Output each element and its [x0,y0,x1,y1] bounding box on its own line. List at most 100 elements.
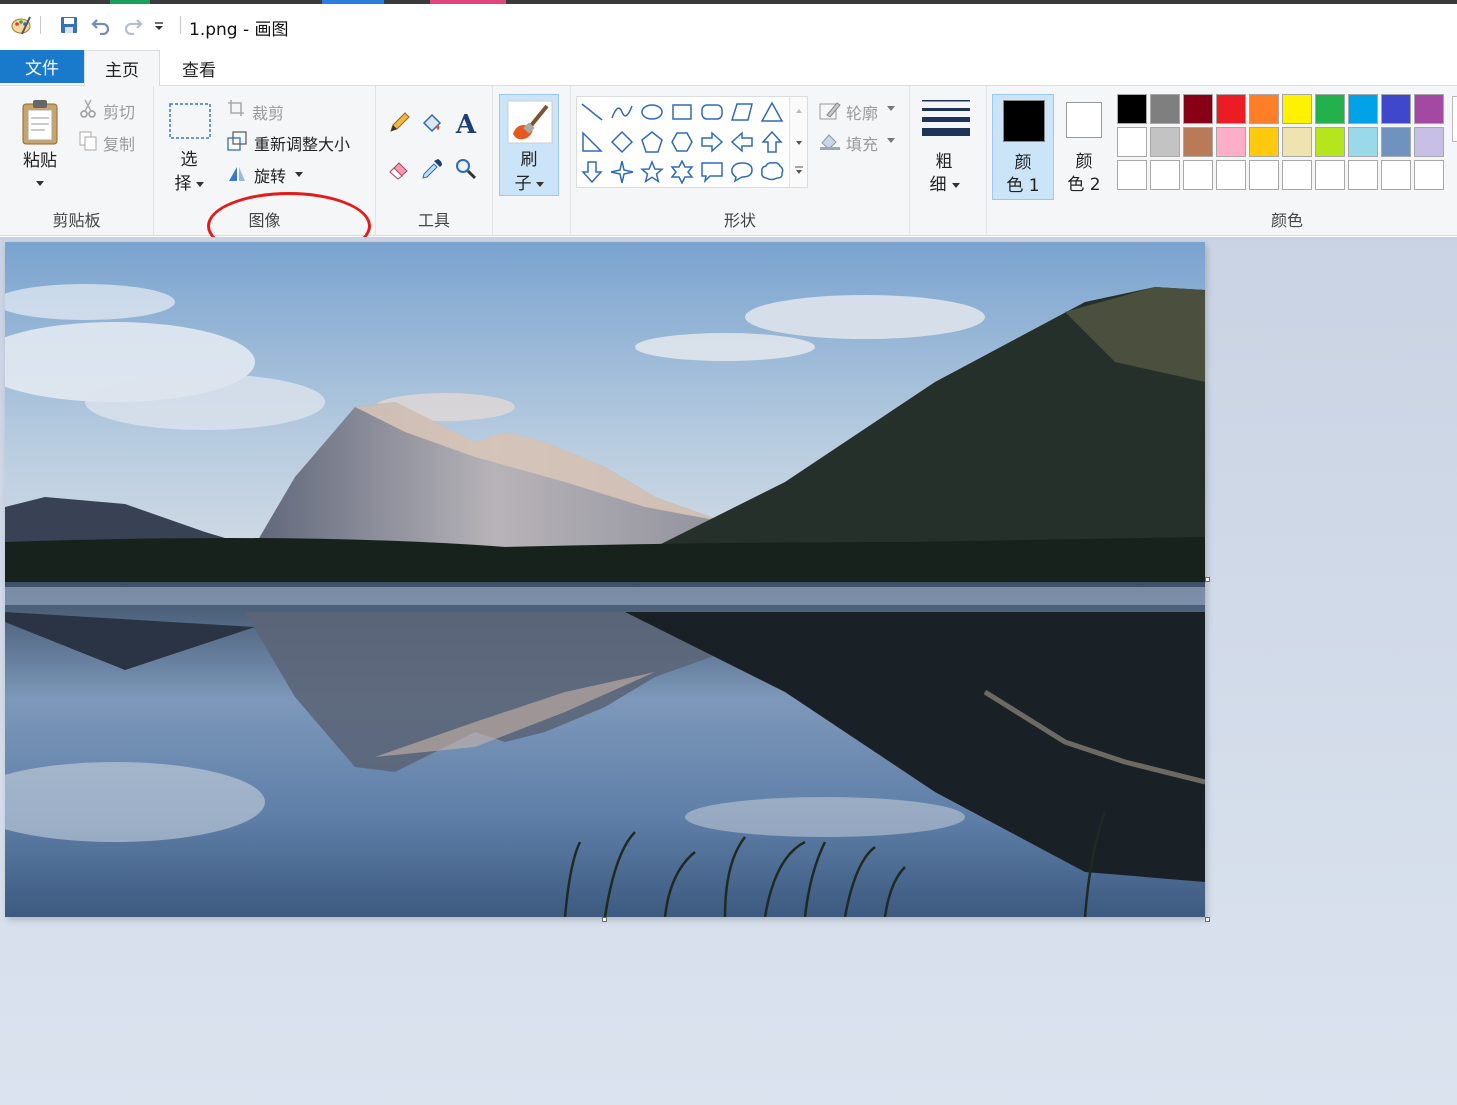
pencil-icon[interactable] [386,110,412,136]
shape-rounded-rectangle-icon[interactable] [697,97,727,127]
scissors-icon[interactable] [78,98,98,120]
palette-swatch[interactable] [1117,127,1147,157]
cut-button[interactable]: 剪切 [103,99,135,123]
redo-icon[interactable] [122,14,144,36]
line-size-icon[interactable] [920,98,972,138]
palette-swatch[interactable] [1315,160,1345,190]
palette-swatch[interactable] [1381,160,1411,190]
text-icon[interactable]: A [452,108,480,138]
rotate-icon[interactable] [226,162,248,184]
palette-swatch[interactable] [1282,94,1312,124]
color2-swatch[interactable] [1066,102,1102,138]
edit-colors-button[interactable] [1452,96,1457,142]
shape-rect-callout-icon[interactable] [697,157,727,187]
palette-swatch[interactable] [1183,127,1213,157]
fill-icon[interactable] [818,130,842,152]
canvas-resize-handle-corner[interactable] [1205,917,1210,922]
copy-button[interactable]: 复制 [103,131,135,155]
color1-button[interactable]: 颜 色 1 [992,94,1054,200]
palette-swatch[interactable] [1249,160,1279,190]
canvas-workarea[interactable] [0,237,1457,1105]
paste-button[interactable]: 粘贴 [14,150,66,173]
paint-app-icon[interactable] [10,14,32,36]
palette-swatch[interactable] [1216,127,1246,157]
palette-swatch[interactable] [1414,127,1444,157]
palette-swatch[interactable] [1348,127,1378,157]
palette-swatch[interactable] [1414,160,1444,190]
palette-swatch[interactable] [1348,160,1378,190]
palette-swatch[interactable] [1117,160,1147,190]
select-label-line1[interactable]: 选 [168,149,210,172]
chevron-down-icon[interactable] [194,177,206,191]
palette-swatch[interactable] [1381,94,1411,124]
color2-label-line2[interactable]: 色 2 [1054,174,1114,197]
palette-swatch[interactable] [1216,94,1246,124]
palette-swatch[interactable] [1183,160,1213,190]
chevron-down-icon[interactable] [950,179,962,191]
chevron-down-icon[interactable] [294,170,304,178]
quick-access-dropdown-icon[interactable] [148,14,170,36]
chevron-down-icon[interactable] [32,176,48,190]
palette-swatch[interactable] [1282,160,1312,190]
shape-cloud-callout-icon[interactable] [757,157,787,187]
tab-file[interactable]: 文件 [0,50,84,83]
size-label-line1[interactable]: 粗 [924,151,964,174]
shape-line-icon[interactable] [577,97,607,127]
shape-hexagon-icon[interactable] [667,127,697,157]
shape-left-arrow-icon[interactable] [727,127,757,157]
palette-swatch[interactable] [1315,94,1345,124]
resize-button[interactable]: 重新调整大小 [254,131,350,155]
shape-right-triangle-icon[interactable] [577,127,607,157]
rotate-button[interactable]: 旋转 [254,163,286,187]
shape-down-arrow-icon[interactable] [577,157,607,187]
fill-button[interactable]: 填充 [846,131,878,155]
shape-right-arrow-icon[interactable] [697,127,727,157]
shape-four-point-star-icon[interactable] [607,157,637,187]
palette-swatch[interactable] [1150,127,1180,157]
shape-rectangle-icon[interactable] [667,97,697,127]
fill-bucket-icon[interactable] [419,110,445,136]
shape-up-arrow-icon[interactable] [757,127,787,157]
palette-swatch[interactable] [1381,127,1411,157]
shape-five-point-star-icon[interactable] [637,157,667,187]
palette-swatch[interactable] [1249,127,1279,157]
shape-pentagon-icon[interactable] [637,127,667,157]
chevron-down-icon[interactable] [886,136,896,144]
brush-button[interactable]: 刷 子 [499,94,559,196]
canvas-resize-handle-bottom[interactable] [602,917,607,922]
canvas-resize-handle-right[interactable] [1205,577,1210,582]
crop-button[interactable]: 裁剪 [252,100,284,124]
tab-view[interactable]: 查看 [164,50,234,86]
shape-polygon-icon[interactable] [727,97,757,127]
palette-swatch[interactable] [1117,94,1147,124]
image-canvas[interactable] [5,242,1205,917]
palette-swatch[interactable] [1315,127,1345,157]
palette-swatch[interactable] [1150,160,1180,190]
palette-swatch[interactable] [1348,94,1378,124]
undo-icon[interactable] [90,14,112,36]
tab-home[interactable]: 主页 [84,50,160,86]
chevron-down-icon[interactable] [886,104,896,112]
shape-six-point-star-icon[interactable] [667,157,697,187]
palette-swatch[interactable] [1183,94,1213,124]
eraser-icon[interactable] [386,156,412,182]
palette-swatch[interactable] [1150,94,1180,124]
color-picker-icon[interactable] [419,156,445,182]
palette-swatch[interactable] [1249,94,1279,124]
palette-swatch[interactable] [1282,127,1312,157]
clipboard-icon[interactable] [18,96,62,148]
copy-icon[interactable] [78,130,98,152]
shapes-scrollbar[interactable] [789,97,807,187]
shape-oval-icon[interactable] [637,97,667,127]
crop-icon[interactable] [226,98,246,118]
shape-triangle-icon[interactable] [757,97,787,127]
shape-diamond-icon[interactable] [607,127,637,157]
palette-swatch[interactable] [1216,160,1246,190]
palette-swatch[interactable] [1414,94,1444,124]
resize-icon[interactable] [226,130,248,152]
selection-rectangle-icon[interactable] [168,102,212,140]
shape-oval-callout-icon[interactable] [727,157,757,187]
magnifier-icon[interactable] [453,156,479,182]
color2-label-line1[interactable]: 颜 [1054,151,1114,174]
outline-button[interactable]: 轮廓 [846,100,878,124]
